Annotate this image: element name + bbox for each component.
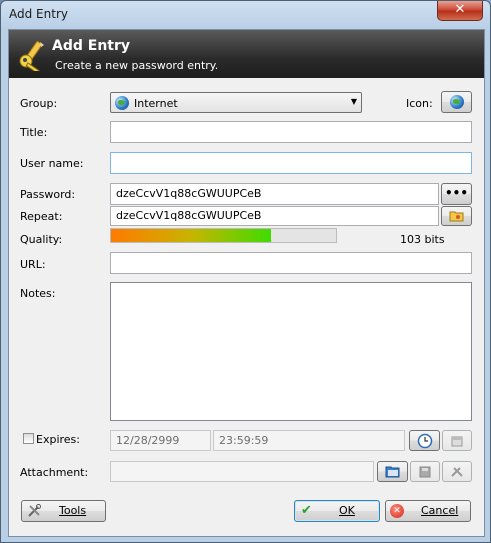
expiry-presets-button[interactable] <box>409 430 440 451</box>
title-bar[interactable]: Add Entry ✕ <box>1 1 490 29</box>
disk-icon <box>419 466 431 478</box>
ok-button-label: OK <box>339 504 355 517</box>
url-input[interactable] <box>110 252 472 274</box>
tools-button[interactable]: Tools <box>21 500 106 522</box>
username-label: User name: <box>20 157 84 170</box>
password-generator-button[interactable] <box>441 206 472 226</box>
internet-globe-icon <box>449 95 464 109</box>
open-folder-icon <box>385 466 399 478</box>
password-input[interactable]: dzeCcvV1q88cGWUUPCeB <box>110 183 439 205</box>
repeat-password-input[interactable]: dzeCcvV1q88cGWUUPCeB <box>110 206 439 226</box>
notes-textarea[interactable] <box>110 282 472 421</box>
password-quality-fill <box>111 229 271 242</box>
icon-picker-button[interactable] <box>441 91 472 113</box>
quality-label: Quality: <box>20 233 63 246</box>
remove-attachment-button[interactable] <box>442 461 472 482</box>
dialog-banner: Add Entry Create a new password entry. <box>9 30 484 78</box>
banner-title: Add Entry <box>52 38 131 54</box>
title-input[interactable] <box>110 121 472 143</box>
title-label: Title: <box>20 126 48 139</box>
ok-button[interactable]: ✔ OK <box>294 500 380 522</box>
cancel-x-icon: ✕ <box>390 504 404 518</box>
expiry-calendar-button[interactable] <box>442 430 472 451</box>
tools-button-label: Tools <box>59 504 87 517</box>
dialog-client-area: Add Entry Create a new password entry. G… <box>8 29 485 537</box>
expires-date-input[interactable]: 12/28/2999 <box>110 430 211 451</box>
quality-bits-text: 103 bits <box>400 233 445 246</box>
url-label: URL: <box>20 258 46 271</box>
expires-time-input[interactable]: 23:59:59 <box>213 430 405 451</box>
cancel-button-label: Cancel <box>421 504 459 517</box>
group-combobox[interactable]: Internet ▼ <box>110 92 362 113</box>
password-label: Password: <box>20 188 76 201</box>
checkmark-icon: ✔ <box>301 503 312 518</box>
chevron-down-icon: ▼ <box>350 97 357 106</box>
username-input[interactable] <box>110 152 472 174</box>
icon-label: Icon: <box>406 97 433 110</box>
save-attachment-button[interactable] <box>410 461 440 482</box>
notes-label: Notes: <box>20 287 56 300</box>
tools-icon <box>28 504 41 517</box>
cancel-button[interactable]: ✕ Cancel <box>385 500 471 522</box>
delete-attachment-icon <box>451 467 463 477</box>
key-pencil-icon <box>19 40 44 71</box>
attachment-label: Attachment: <box>20 466 89 479</box>
window-title: Add Entry <box>9 7 68 21</box>
expires-checkbox[interactable] <box>23 433 34 444</box>
folder-key-icon <box>449 211 463 222</box>
group-label: Group: <box>20 97 58 110</box>
password-quality-bar <box>110 228 337 243</box>
close-window-button[interactable]: ✕ <box>437 1 483 21</box>
add-entry-window: Add Entry ✕ Add Entry Create a new passw… <box>0 0 491 543</box>
clock-icon <box>417 433 432 449</box>
calendar-icon <box>451 436 463 447</box>
attach-file-button[interactable] <box>377 461 408 482</box>
internet-globe-icon <box>115 96 129 110</box>
repeat-label: Repeat: <box>20 210 63 223</box>
attachment-field <box>110 461 374 482</box>
show-password-button[interactable]: ••• <box>441 183 472 205</box>
group-selected-value: Internet <box>134 97 178 110</box>
banner-subtitle: Create a new password entry. <box>55 59 219 72</box>
expires-label[interactable]: Expires: <box>36 433 80 446</box>
